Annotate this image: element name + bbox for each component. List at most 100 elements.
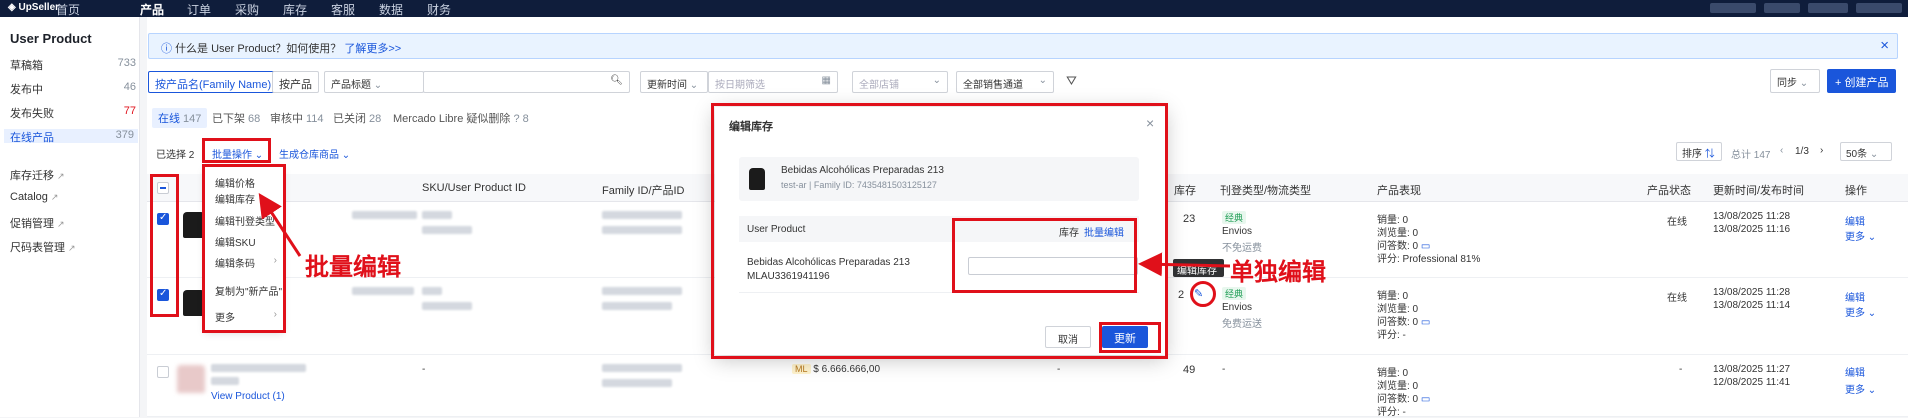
group-by-product-button[interactable]: 按产品 [272,71,319,93]
edit-link[interactable]: 编辑 [1845,364,1865,379]
nav-purchase[interactable]: 采购 [235,1,259,18]
stock-input[interactable] [968,257,1138,275]
menu-edit-sku[interactable]: 编辑SKU [215,234,256,249]
banner-learn-more-link[interactable]: 了解更多>> [344,43,401,55]
message-icon[interactable]: ▭ [1421,317,1430,328]
date-range-input[interactable]: 按日期筛选 ▦ [708,71,838,93]
perf-rating: 评分: - [1377,330,1406,341]
more-actions[interactable]: 更多 ⌄ [1845,304,1876,319]
top-blurred-item[interactable] [1710,3,1756,13]
menu-edit-listing-type[interactable]: 编辑刊登类型 [215,213,275,228]
row-checkbox[interactable] [157,288,169,301]
select-all-checkbox[interactable] [157,182,169,194]
product-status: 在线 [1667,217,1687,228]
close-icon[interactable]: × [1146,115,1154,131]
sidebar-item-count: 379 [115,129,134,141]
close-icon[interactable]: × [1880,37,1889,54]
prev-page-icon[interactable]: ‹ [1780,145,1783,156]
tab-reviewing[interactable]: 审核中 114 [270,110,324,126]
published-time: 13/08/2025 11:16 [1713,224,1791,235]
message-icon[interactable]: ▭ [1421,394,1430,405]
group-by-family-button[interactable]: 按产品名(Family Name) [148,71,279,93]
cancel-button[interactable]: 取消 [1045,326,1091,348]
top-blurred-item[interactable] [1764,3,1800,13]
sidebar-item-failed[interactable]: 发布失败 77 [10,105,136,120]
sidebar-item-label: 在线产品 [10,132,54,144]
edit-link[interactable]: 编辑 [1845,213,1865,228]
time-select-label: 更新时间 [647,80,687,91]
stock-row-id: MLAU3361941196 [747,271,830,282]
sort-icon: ⇅ [1704,149,1715,160]
sidebar-item-drafts[interactable]: 草稿箱 733 [10,57,136,72]
view-product-link[interactable]: View Product (1) [211,391,285,402]
sidebar-item-online[interactable]: 在线产品 379 [4,129,138,144]
menu-copy-as-new[interactable]: 复制为"新产品" [215,283,282,298]
annotation-batch-edit: 批量编辑 [305,254,401,281]
nav-finance[interactable]: 财务 [427,1,451,18]
row-checkbox[interactable] [157,366,169,378]
generate-warehouse-button[interactable]: 生成仓库商品 ⌄ [279,146,350,161]
sidebar-link-promotion[interactable]: 促销管理 ↗ [10,215,65,231]
search-input[interactable]: 🔍︎ [423,71,630,93]
search-field-select[interactable]: 产品标题 ⌄ [324,71,424,93]
sidebar: User Product 草稿箱 733 发布中 46 发布失败 77 在线产品 379… [0,17,140,417]
menu-more[interactable]: 更多 [215,309,235,324]
nav-orders[interactable]: 订单 [187,1,211,18]
batch-edit-link[interactable]: 批量编辑 [1084,224,1124,239]
top-blurred-item[interactable] [1856,3,1902,13]
tab-suspected-deleted[interactable]: Mercado Libre 疑似删除 ? 8 [393,110,529,126]
page-size-select[interactable]: 50条 ⌄ [1840,142,1892,161]
banner-question: 什么是 User Product？如何使用？ [175,43,342,55]
updated-time: 13/08/2025 11:28 [1713,287,1791,298]
sort-button[interactable]: 排序 ⇅ [1676,142,1722,161]
edit-link[interactable]: 编辑 [1845,289,1865,304]
sidebar-link-migration[interactable]: 库存迁移 ↗ [10,167,65,183]
next-page-icon[interactable]: › [1820,145,1823,156]
menu-edit-price[interactable]: 编辑价格 [215,175,255,190]
sync-button[interactable]: 同步 ⌄ [1770,69,1820,93]
nav-service[interactable]: 客服 [331,1,355,18]
divider [739,292,1139,293]
row-checkbox[interactable] [157,212,169,225]
tab-online[interactable]: 在线 147 [152,108,208,128]
chevron-down-icon: ⌄ [373,80,383,91]
tab-count: 8 [522,113,529,125]
listing-type-label: 经典 [1222,211,1247,224]
banner-text: ⓘ 什么是 User Product？如何使用？ 了解更多>> [161,40,401,56]
help-icon[interactable]: ? [513,113,519,125]
tab-closed[interactable]: 已关闭 28 [333,110,381,126]
header-family-id: Family ID/产品ID [602,185,685,197]
sidebar-link-size-chart[interactable]: 尺码表管理 ↗ [10,239,76,255]
more-label: 更多 [1845,308,1865,319]
app-logo[interactable]: ◈ UpSeller [8,2,59,13]
nav-home[interactable]: 首页 [56,1,80,18]
sidebar-link-catalog[interactable]: Catalog ↗ [10,191,58,203]
search-icon[interactable]: 🔍︎ [610,75,623,86]
stock-value: 49 [1183,364,1196,376]
blurred-family-id [602,211,682,219]
create-product-button[interactable]: + 创建产品 [1827,69,1897,93]
blurred-product-id [602,226,682,234]
time-select[interactable]: 更新时间 ⌄ [640,71,708,93]
edit-stock-tooltip: 编辑库存 [1173,259,1224,277]
filter-icon[interactable]: ⛛ [1066,73,1077,89]
channel-select[interactable]: 全部销售通道 ⌄ [956,71,1054,93]
more-actions[interactable]: 更多 ⌄ [1845,381,1876,396]
nav-inventory[interactable]: 库存 [283,1,307,18]
sidebar-item-label: 发布失败 [10,108,54,120]
nav-products[interactable]: 产品 [140,1,164,18]
menu-edit-stock[interactable]: 编辑库存 [215,191,255,206]
menu-edit-barcode[interactable]: 编辑条码 [215,255,255,270]
more-actions[interactable]: 更多 ⌄ [1845,228,1876,243]
top-blurred-item[interactable] [1808,3,1848,13]
chevron-down-icon: ⌄ [341,150,351,161]
update-button[interactable]: 更新 [1102,326,1148,348]
listing-type: - [1222,364,1226,375]
nav-data[interactable]: 数据 [379,1,403,18]
shop-select[interactable]: 全部店铺 ⌄ [852,71,948,93]
tab-delisted[interactable]: 已下架 68 [212,110,260,126]
sidebar-item-publishing[interactable]: 发布中 46 [10,81,136,96]
batch-operation-button[interactable]: 批量操作 ⌄ [212,146,263,161]
blurred-product-meta [211,377,239,385]
blurred-product-name [352,287,414,295]
